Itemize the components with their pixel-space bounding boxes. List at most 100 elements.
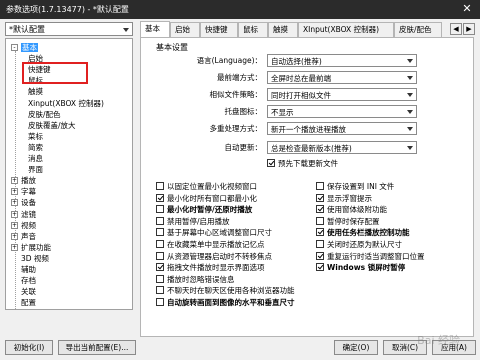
- expand-icon[interactable]: +: [11, 177, 18, 185]
- close-icon[interactable]: ✕: [460, 3, 474, 16]
- tree-item[interactable]: + 视频: [11, 220, 36, 231]
- tree-item[interactable]: 皮肤/配色: [28, 109, 61, 120]
- setting-combo[interactable]: 不显示: [267, 105, 417, 118]
- expand-icon[interactable]: +: [11, 221, 18, 229]
- option-checkbox[interactable]: 不聊天时在聊天区使用各种浏览器功能: [156, 285, 295, 296]
- option-checkbox[interactable]: 禁用暂停/启用播放: [156, 216, 230, 227]
- option-checkbox[interactable]: 自动旋转画面到图像的水平和垂直尺寸: [156, 297, 295, 308]
- expand-icon[interactable]: +: [11, 210, 18, 218]
- tree-item[interactable]: Xinput(XBOX 控制器): [28, 98, 104, 109]
- option-checkbox[interactable]: 最小化时所有窗口都最小化: [156, 193, 257, 204]
- tab-scroll-right-icon[interactable]: ▶: [463, 23, 475, 35]
- tree-item[interactable]: 触摸: [28, 86, 43, 97]
- setting-label: 相似文件策略：: [209, 90, 263, 99]
- checkbox-box[interactable]: [156, 298, 164, 306]
- checkbox-box[interactable]: [156, 205, 164, 214]
- checkbox-box[interactable]: [156, 182, 164, 190]
- setting-combo[interactable]: 总是检查最新版本(推荐): [267, 141, 417, 154]
- expand-icon[interactable]: +: [11, 243, 18, 251]
- checkbox-box[interactable]: [156, 216, 164, 225]
- checkbox-box[interactable]: [156, 228, 164, 237]
- tree-item[interactable]: + 扩展功能: [11, 242, 51, 253]
- option-checkbox[interactable]: 以固定位置最小化视频窗口: [156, 181, 257, 192]
- option-checkbox[interactable]: 从资源管理器启动时不转移焦点: [156, 251, 272, 262]
- checkbox-label: 最小化时暂停/还原时播放: [167, 205, 253, 215]
- checkbox-box[interactable]: [316, 205, 324, 214]
- tree-item[interactable]: 界面: [28, 164, 43, 175]
- checkbox-box[interactable]: [156, 251, 164, 260]
- setting-combo[interactable]: 新开一个播放进程播放: [267, 122, 417, 135]
- tab[interactable]: 启始: [170, 22, 200, 37]
- checkbox-box[interactable]: [316, 193, 324, 202]
- init-button[interactable]: 初始化(I): [5, 340, 53, 355]
- setting-combo[interactable]: 全屏时总在最前端: [267, 71, 417, 84]
- option-checkbox[interactable]: 重复运行时适当调整窗口位置: [316, 251, 425, 262]
- option-checkbox[interactable]: 基于屏幕中心区域调整窗口尺寸: [156, 227, 272, 238]
- tab[interactable]: XInput(XBOX 控制器): [298, 22, 394, 37]
- checkbox-box[interactable]: [316, 216, 324, 225]
- tree-item-label: 辅助: [21, 265, 36, 274]
- checkbox-box[interactable]: [156, 263, 164, 272]
- tree-item[interactable]: 存档: [21, 275, 36, 286]
- prerelease-checkbox[interactable]: 预先下载更新文件: [267, 158, 338, 169]
- checkbox-box[interactable]: [156, 286, 164, 295]
- expand-icon[interactable]: +: [11, 199, 18, 207]
- profile-select[interactable]: *默认配置: [5, 22, 133, 36]
- setting-combo[interactable]: 自动选择(推荐): [267, 54, 417, 67]
- expand-icon[interactable]: +: [11, 232, 18, 240]
- tree-item[interactable]: + 滤镜: [11, 209, 36, 220]
- tree-item-label: 滤镜: [21, 209, 36, 219]
- tab[interactable]: 基本: [140, 21, 170, 38]
- option-checkbox[interactable]: 保存设置到 INI 文件: [316, 181, 394, 192]
- tree-item[interactable]: 关联: [21, 286, 36, 297]
- tree-item-label: 触摸: [28, 87, 43, 97]
- tree-item-label: 消息: [28, 154, 43, 163]
- tree-item[interactable]: + 播放: [11, 175, 36, 186]
- tree-item[interactable]: 消息: [28, 153, 43, 164]
- checkbox-box[interactable]: [316, 182, 324, 190]
- checkbox-label: 最小化时所有窗口都最小化: [167, 193, 257, 203]
- tree-item[interactable]: - 基本: [11, 42, 38, 53]
- checkbox-label: 以固定位置最小化视频窗口: [167, 182, 257, 191]
- checkbox-box[interactable]: [156, 193, 164, 202]
- tab[interactable]: 触摸: [268, 22, 298, 37]
- tree-item[interactable]: 配置: [21, 297, 36, 308]
- chevron-down-icon: [407, 127, 413, 131]
- checkbox-box[interactable]: [316, 228, 324, 237]
- tree-item[interactable]: 皮肤覆盖/放大: [28, 120, 76, 131]
- tab[interactable]: 皮肤/配色: [394, 22, 442, 37]
- checkbox-box[interactable]: [267, 159, 275, 167]
- collapse-icon[interactable]: -: [11, 44, 18, 51]
- tab[interactable]: 鼠标: [238, 22, 268, 37]
- export-config-button[interactable]: 导出当前配置(E)...: [58, 340, 136, 355]
- tree-item[interactable]: + 字幕: [11, 186, 36, 197]
- checkbox-box[interactable]: [316, 263, 324, 272]
- checkbox-box[interactable]: [316, 240, 324, 248]
- tab[interactable]: 快捷键: [200, 22, 238, 37]
- setting-combo[interactable]: 同时打开相似文件: [267, 88, 417, 101]
- option-checkbox[interactable]: 拖拽文件播放时显示界面选项: [156, 262, 265, 273]
- expand-icon[interactable]: +: [11, 188, 18, 196]
- checkbox-box[interactable]: [156, 240, 164, 248]
- tree-item[interactable]: 辅助: [21, 264, 36, 275]
- option-checkbox[interactable]: 播放时忽略错误信息: [156, 274, 235, 285]
- tree-item[interactable]: 菜标: [28, 131, 43, 142]
- option-checkbox[interactable]: 暂停时保存配置: [316, 216, 380, 227]
- ok-button[interactable]: 确定(O): [334, 340, 378, 355]
- checkbox-label: 拖拽文件播放时显示界面选项: [167, 263, 265, 273]
- tree-item[interactable]: + 声音: [11, 231, 36, 242]
- option-checkbox[interactable]: Windows 锁屏时暂停: [316, 262, 405, 273]
- tree-item[interactable]: 简索: [28, 142, 43, 153]
- tab-scroll-left-icon[interactable]: ◀: [450, 23, 462, 35]
- option-checkbox[interactable]: 在收藏菜单中显示播放记忆点: [156, 239, 265, 250]
- option-checkbox[interactable]: 显示浮窗提示: [316, 193, 372, 204]
- checkbox-box[interactable]: [316, 251, 324, 260]
- tree-item[interactable]: 3D 视频: [21, 253, 49, 264]
- tree-item[interactable]: + 设备: [11, 197, 36, 208]
- tree-item-label: 菜标: [28, 131, 43, 141]
- option-checkbox[interactable]: 关闭时还原为默认尺寸: [316, 239, 402, 250]
- option-checkbox[interactable]: 使用窗体级附功能: [316, 204, 387, 215]
- option-checkbox[interactable]: 最小化时暂停/还原时播放: [156, 204, 252, 215]
- checkbox-box[interactable]: [156, 274, 164, 283]
- option-checkbox[interactable]: 使用任务栏播放控制功能: [316, 227, 410, 238]
